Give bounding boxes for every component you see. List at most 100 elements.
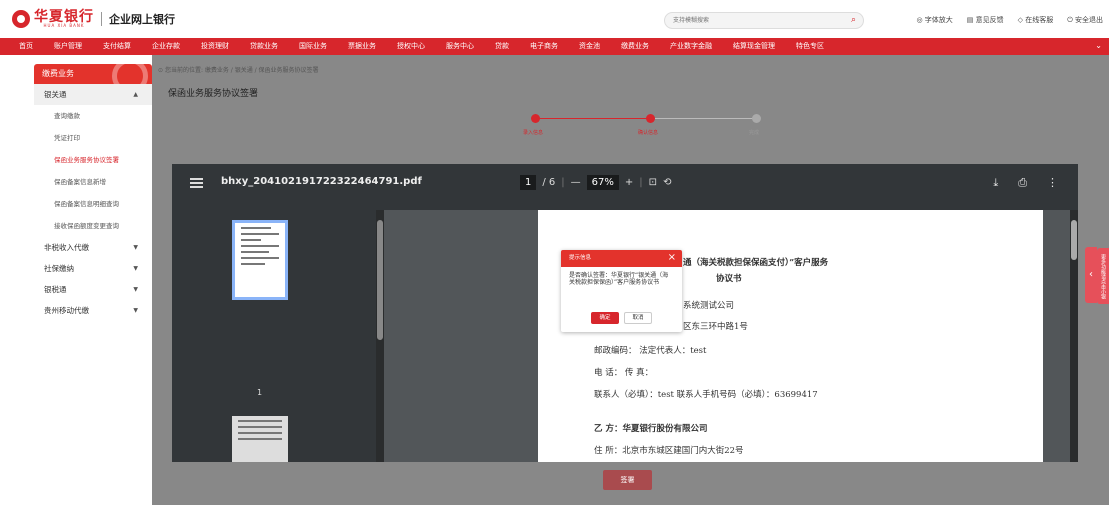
confirm-button[interactable]: 确定 bbox=[591, 312, 619, 324]
sidebar-groups: 银关通 ▲ 查询缴款 凭证打印 保函业务服务协议签署 保函备案信息新增 保函备案信息明细查询… bbox=[34, 84, 152, 321]
collapse-arrow-icon[interactable]: ‹ bbox=[1085, 247, 1097, 303]
nav-item[interactable]: 电子商务 bbox=[519, 38, 568, 55]
dialog-buttons: 确定 取消 bbox=[591, 312, 652, 324]
sidebar-subitem[interactable]: 接收保函额度变更查询 bbox=[34, 215, 152, 237]
thumb-line bbox=[241, 227, 271, 229]
nav-item[interactable]: 服务中心 bbox=[435, 38, 484, 55]
zoom-in-icon[interactable]: + bbox=[625, 177, 633, 188]
font-size-tool[interactable]: ◎ 字体放大 bbox=[916, 12, 952, 29]
pdf-text-line: 乙 方：华夏银行股份有限公司 bbox=[594, 424, 708, 434]
thumb-line bbox=[238, 438, 282, 440]
nav-item[interactable]: 支付结算 bbox=[92, 38, 141, 55]
pdf-text-line: 邮政编码： 法定代表人：test bbox=[594, 346, 707, 356]
pdf-filename: bhxy_204102191722322464791.pdf bbox=[221, 176, 422, 187]
global-search[interactable]: ⌕ bbox=[664, 12, 864, 29]
sidebar-group[interactable]: 贵州移动代缴 ▼ bbox=[34, 300, 152, 321]
thumbnail-page-2[interactable] bbox=[232, 416, 288, 462]
feedback-tool[interactable]: ▤ 意见反馈 bbox=[967, 12, 1004, 29]
cancel-button[interactable]: 取消 bbox=[624, 312, 652, 324]
nav-item[interactable]: 资金池 bbox=[568, 38, 610, 55]
nav-item[interactable]: 授权中心 bbox=[386, 38, 435, 55]
step-label-2: 确认信息 bbox=[638, 130, 659, 136]
sidebar-group-label: 非税收入代缴 bbox=[44, 243, 89, 252]
pdf-page: 通（海关税款担保保函支付）”客户服务 协议书 系统测试公司 区东三环中路1号 邮政编码：… bbox=[538, 210, 1043, 462]
sidebar-subitem[interactable]: 查询缴款 bbox=[34, 105, 152, 127]
nav-item[interactable]: 贷款 bbox=[484, 38, 519, 55]
page-total: / 6 bbox=[542, 177, 556, 188]
nav-item[interactable]: 结算现金管理 bbox=[722, 38, 785, 55]
nav-expand-icon[interactable]: ⌄ bbox=[1095, 41, 1102, 50]
progress-steps: 录入信息 确认信息 完成 bbox=[520, 114, 780, 144]
print-icon[interactable]: ⎙ bbox=[1018, 176, 1027, 190]
rotate-icon[interactable]: ⟲ bbox=[663, 177, 671, 188]
close-icon[interactable]: × bbox=[668, 250, 676, 265]
zoom-level[interactable]: 67% bbox=[586, 175, 619, 190]
pdf-text-line: 电 话： 传 真： bbox=[594, 368, 654, 378]
nav-item[interactable]: 缴费业务 bbox=[610, 38, 659, 55]
pdf-text-line: 系统测试公司 bbox=[683, 301, 735, 311]
nav-item[interactable]: 投资理财 bbox=[190, 38, 239, 55]
step-dot-2 bbox=[646, 114, 655, 123]
sidebar-subitem[interactable]: 保函备案信息明细查询 bbox=[34, 193, 152, 215]
more-options-icon[interactable]: ⋮ bbox=[1047, 176, 1058, 190]
nav-item[interactable]: 账户管理 bbox=[43, 38, 92, 55]
scroll-thumb[interactable] bbox=[1071, 220, 1077, 260]
breadcrumb: ⊙ 您当前的位置: 缴费业务 / 银关通 / 保函业务服务协议签署 bbox=[158, 67, 319, 74]
logo-divider bbox=[101, 12, 102, 26]
download-icon[interactable]: ⤓ bbox=[993, 176, 998, 190]
toolbar-divider: | bbox=[639, 177, 643, 188]
nav-item[interactable]: 首页 bbox=[8, 38, 43, 55]
thumb-line bbox=[241, 251, 269, 253]
thumb-line bbox=[241, 239, 261, 241]
step-connector bbox=[535, 118, 647, 119]
side-helper-tab[interactable]: 更多功能请点击小银 bbox=[1097, 248, 1109, 304]
nav-item[interactable]: 产业数字金融 bbox=[659, 38, 722, 55]
logout-tool[interactable]: ⏻ 安全退出 bbox=[1067, 12, 1103, 29]
online-service-label: 在线客服 bbox=[1025, 16, 1054, 24]
breadcrumb-text: 您当前的位置: 缴费业务 / 银关通 / 保函业务服务协议签署 bbox=[164, 67, 319, 74]
page-title: 保函业务服务协议签署 bbox=[168, 89, 259, 99]
dialog-title: 提示信息 bbox=[569, 255, 592, 261]
sidebar-group[interactable]: 银关通 ▲ bbox=[34, 84, 152, 105]
sidebar-subitem[interactable]: 保函业务服务协议签署 bbox=[34, 149, 152, 171]
nav-item[interactable]: 国际业务 bbox=[288, 38, 337, 55]
bank-logo[interactable]: 华夏银行 HUA XIA BANK 企业网上银行 bbox=[12, 9, 175, 29]
sidebar-group-label: 银关通 bbox=[44, 90, 67, 99]
search-icon[interactable]: ⌕ bbox=[851, 15, 856, 25]
page-number-input[interactable]: 1 bbox=[520, 175, 537, 190]
pdf-text-line: 联系人（必填）：test 联系人手机号码（必填）：63699417 bbox=[594, 390, 818, 400]
sidebar-group[interactable]: 社保缴纳 ▼ bbox=[34, 258, 152, 279]
scroll-thumb[interactable] bbox=[377, 220, 383, 340]
thumbnail-scrollbar[interactable] bbox=[376, 210, 384, 462]
thumb-line bbox=[238, 426, 282, 428]
menu-icon[interactable] bbox=[190, 178, 203, 188]
search-input[interactable] bbox=[665, 13, 835, 28]
sidebar-subitem[interactable]: 凭证打印 bbox=[34, 127, 152, 149]
pdf-page-controls: 1 / 6 | — 67% + | ⊡ ⟲ bbox=[520, 175, 671, 190]
sidebar-title: 缴费业务 bbox=[34, 64, 152, 84]
sidebar-group[interactable]: 银税通 ▼ bbox=[34, 279, 152, 300]
logo-mark-icon bbox=[12, 10, 30, 28]
zoom-out-icon[interactable]: — bbox=[571, 177, 581, 188]
step-dot-1 bbox=[531, 114, 540, 123]
top-header: 华夏银行 HUA XIA BANK 企业网上银行 ⌕ ◎ 字体放大 ▤ 意见反馈… bbox=[0, 0, 1109, 38]
fit-page-icon[interactable]: ⊡ bbox=[649, 177, 657, 188]
pdf-text-line: 协议书 bbox=[716, 274, 742, 284]
pdf-text-line: 住 所：北京市东城区建国门内大街22号 bbox=[594, 446, 744, 456]
nav-item[interactable]: 企业存款 bbox=[141, 38, 190, 55]
nav-item[interactable]: 特色专区 bbox=[785, 38, 834, 55]
pdf-actions: ⤓ ⎙ ⋮ bbox=[993, 176, 1058, 190]
nav-item[interactable]: 贷款业务 bbox=[239, 38, 288, 55]
step-label-3: 完成 bbox=[749, 130, 760, 136]
header-tools: ◎ 字体放大 ▤ 意见反馈 ◇ 在线客服 ⏻ 安全退出 bbox=[916, 12, 1103, 29]
nav-item[interactable]: 票据业务 bbox=[337, 38, 386, 55]
confirm-dialog: 提示信息 × 是否确认签署：华夏银行“银关通（海关税款担保保函）”客户服务协议书… bbox=[561, 250, 682, 332]
sign-button[interactable]: 签署 bbox=[603, 470, 652, 490]
sidebar-group[interactable]: 非税收入代缴 ▼ bbox=[34, 237, 152, 258]
thumbnail-page-1[interactable] bbox=[232, 220, 288, 300]
sidebar-group-label: 社保缴纳 bbox=[44, 264, 74, 273]
document-scrollbar[interactable] bbox=[1070, 210, 1078, 462]
sidebar-subitem[interactable]: 保函备案信息新增 bbox=[34, 171, 152, 193]
sidebar-group-label: 贵州移动代缴 bbox=[44, 306, 89, 315]
online-service-tool[interactable]: ◇ 在线客服 bbox=[1018, 12, 1054, 29]
